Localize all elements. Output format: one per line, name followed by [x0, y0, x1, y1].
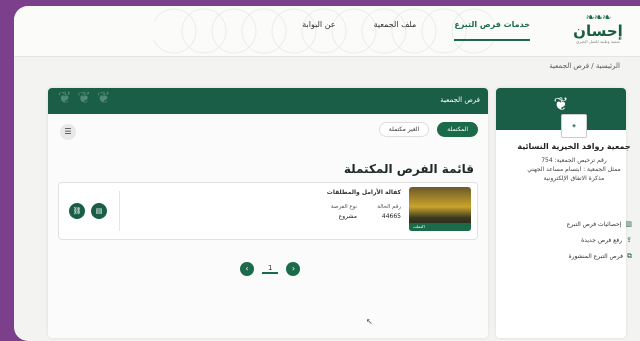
opportunity-type: مشروع [338, 213, 357, 220]
document-icon[interactable]: ▤ [91, 203, 107, 219]
filter-icon[interactable]: ☰ [60, 124, 76, 140]
card-divider [119, 191, 120, 231]
case-number: 44665 [381, 213, 401, 220]
type-label: نوع الفرصة [330, 204, 357, 210]
representative: ممثل الجمعية : ابتسام مساعد الجهني [527, 166, 621, 173]
panel-title: فرص الجمعية [440, 96, 480, 104]
main-nav: خدمات فرص التبرع ملف الجمعية عن البوابة [302, 20, 530, 41]
prev-page-icon[interactable]: ‹ [240, 262, 254, 276]
agreement-link[interactable]: مذكرة الاتفاق الإلكترونية [516, 174, 632, 183]
association-info: رقم ترخيص الجمعية: 754 ممثل الجمعية : اب… [516, 156, 632, 183]
nav-donation-services[interactable]: خدمات فرص التبرع [454, 20, 530, 41]
opportunity-card[interactable]: اكتملت كفالة الأرامل والمطلقات رقم الحال… [58, 182, 478, 240]
header-leaves-icon: ❦❦❦ [58, 88, 117, 107]
status-badge: اكتملت [409, 223, 471, 231]
card-actions: ⛓ ▤ [69, 203, 107, 219]
mouse-cursor-icon: ↖ [366, 317, 373, 326]
case-number-block: رقم الحالة 44665 [377, 203, 401, 221]
logo-name: إحسان [573, 22, 623, 40]
published-icon: ⧉ [627, 251, 632, 260]
pagination: ‹ 1 › [240, 262, 301, 276]
association-logo: ◈ [561, 114, 587, 138]
next-page-icon[interactable]: › [286, 262, 301, 276]
list-title: قائمة الفرص المكتملة [343, 162, 474, 176]
sidebar-menu: ▥ إحصائيات فرص التبرع ⇪ رفع فرص جديدة ⧉ … [516, 216, 632, 264]
page-number[interactable]: 1 [262, 264, 279, 274]
upload-icon: ⇪ [626, 236, 632, 244]
sidebar-item-upload[interactable]: ⇪ رفع فرص جديدة [516, 232, 632, 248]
sidebar-item-label: إحصائيات فرص التبرع [566, 220, 622, 228]
case-number-label: رقم الحالة [377, 204, 401, 210]
app-screen: ❧❧❧ إحسان منصة وطنية للعمل الخيري خدمات … [14, 6, 640, 341]
sidebar-item-statistics[interactable]: ▥ إحصائيات فرص التبرع [516, 216, 632, 232]
association-name: جمعية روافد الخيرية النسائية [517, 142, 631, 151]
tab-incomplete[interactable]: الغير مكتملة [378, 122, 430, 137]
link-icon[interactable]: ⛓ [69, 203, 85, 219]
opportunity-thumbnail: اكتملت [409, 187, 471, 231]
ihsan-logo[interactable]: ❧❧❧ إحسان منصة وطنية للعمل الخيري [570, 12, 626, 52]
leaf-icon: ❦ [553, 94, 569, 115]
license-number: رقم ترخيص الجمعية: 754 [541, 157, 607, 164]
breadcrumb[interactable]: الرئيسية / فرص الجمعية [549, 62, 620, 70]
nav-about-portal[interactable]: عن البوابة [302, 20, 335, 41]
chart-icon: ▥ [625, 220, 632, 228]
nav-association-profile[interactable]: ملف الجمعية [374, 20, 417, 41]
logo-tagline: منصة وطنية للعمل الخيري [576, 39, 620, 44]
sidebar-item-label: فرص التبرع المنشورة [568, 252, 623, 260]
sidebar-item-label: رفع فرص جديدة [581, 236, 623, 244]
top-header: ❧❧❧ إحسان منصة وطنية للعمل الخيري خدمات … [14, 6, 640, 57]
sidebar-item-published[interactable]: ⧉ فرص التبرع المنشورة [516, 248, 632, 264]
panel-header: ❦❦❦ فرص الجمعية [48, 88, 488, 114]
opportunity-title: كفالة الأرامل والمطلقات [326, 189, 401, 196]
opportunities-panel: ❦❦❦ فرص الجمعية المكتملة الغير مكتملة ☰ … [48, 88, 488, 338]
type-block: نوع الفرصة مشروع [331, 203, 357, 221]
status-tabs: المكتملة الغير مكتملة [378, 122, 478, 137]
tab-completed[interactable]: المكتملة [437, 122, 478, 137]
